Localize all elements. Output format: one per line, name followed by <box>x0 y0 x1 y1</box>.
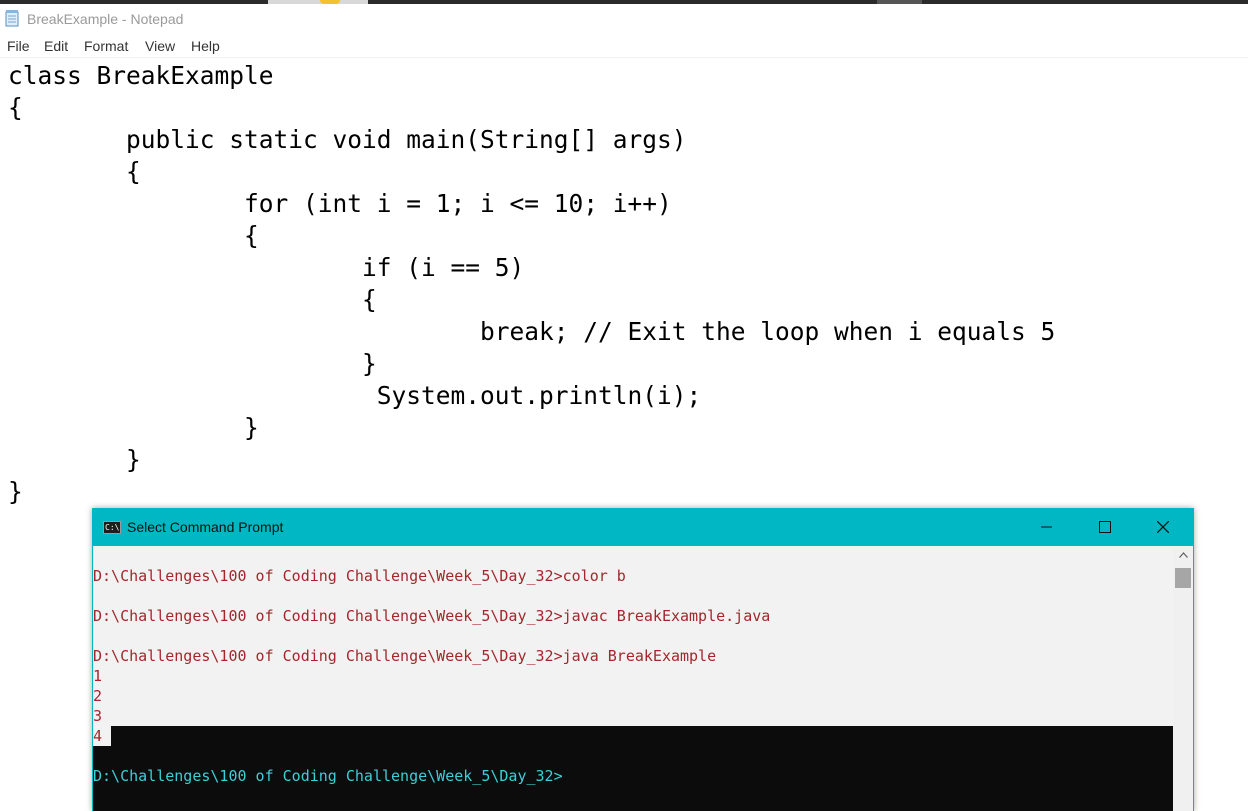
code-line: } <box>8 477 23 506</box>
command-prompt-title: Select Command Prompt <box>127 519 284 535</box>
menu-help[interactable]: Help <box>191 38 220 54</box>
scrollbar-thumb[interactable] <box>1175 568 1191 588</box>
console-line: 2 <box>93 687 103 705</box>
code-line: { <box>8 157 141 186</box>
vertical-scrollbar[interactable] <box>1173 546 1193 811</box>
code-line: if (i == 5) <box>8 253 525 282</box>
code-line: } <box>8 413 259 442</box>
chevron-up-icon <box>1178 552 1188 558</box>
code-line: public static void main(String[] args) <box>8 125 687 154</box>
console-line: D:\Challenges\100 of Coding Challenge\We… <box>93 567 626 585</box>
console-line: 4 <box>93 727 103 745</box>
menu-view[interactable]: View <box>145 38 175 54</box>
code-line: { <box>8 285 377 314</box>
console-line: D:\Challenges\100 of Coding Challenge\We… <box>93 647 717 665</box>
code-line: { <box>8 93 23 122</box>
console-line: D:\Challenges\100 of Coding Challenge\We… <box>93 767 563 785</box>
code-line: for (int i = 1; i <= 10; i++) <box>8 189 672 218</box>
notepad-icon <box>5 10 19 27</box>
code-line: System.out.println(i); <box>8 381 702 410</box>
console-line: 3 <box>93 707 103 725</box>
code-line: break; // Exit the loop when i equals 5 <box>8 317 1056 346</box>
notepad-menubar: File Edit Format View Help <box>0 35 1248 58</box>
command-prompt-titlebar[interactable]: C:\ Select Command Prompt <box>92 508 1194 546</box>
console-line: D:\Challenges\100 of Coding Challenge\We… <box>93 607 771 625</box>
maximize-button[interactable] <box>1076 508 1134 546</box>
console-output[interactable]: D:\Challenges\100 of Coding Challenge\We… <box>93 546 1173 811</box>
menu-file[interactable]: File <box>7 38 30 54</box>
code-line: { <box>8 221 259 250</box>
code-line: class BreakExample <box>8 61 274 90</box>
close-button[interactable] <box>1134 508 1192 546</box>
code-line: } <box>8 445 141 474</box>
menu-edit[interactable]: Edit <box>44 38 68 54</box>
menu-format[interactable]: Format <box>84 38 128 54</box>
close-icon <box>1157 521 1169 533</box>
cmd-icon: C:\ <box>103 521 121 534</box>
maximize-icon <box>1099 521 1111 533</box>
scroll-up-button[interactable] <box>1173 546 1193 564</box>
command-prompt-window: C:\ Select Command Prompt D:\Challenges\… <box>92 508 1194 811</box>
minimize-icon <box>1041 526 1052 528</box>
code-line: } <box>8 349 377 378</box>
notepad-titlebar[interactable]: BreakExample - Notepad <box>0 4 1248 35</box>
console-line: 1 <box>93 667 103 685</box>
minimize-button[interactable] <box>1018 508 1076 546</box>
notepad-title: BreakExample - Notepad <box>27 11 184 27</box>
